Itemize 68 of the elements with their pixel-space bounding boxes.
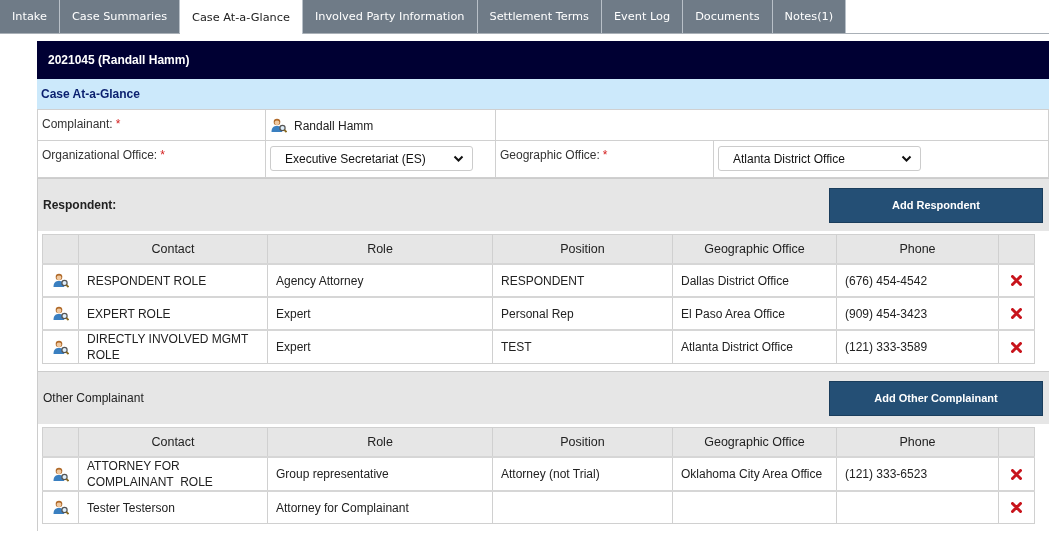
table-cell: Attorney for Complainant (267, 491, 493, 524)
table-cell: TEST (492, 330, 673, 364)
table-cell: El Paso Area Office (672, 297, 837, 330)
required-mark: * (160, 148, 165, 162)
add-button[interactable]: Add Respondent (829, 187, 1043, 223)
table-cell: EXPERT ROLE (78, 297, 268, 330)
column-header: Position (492, 427, 673, 457)
tab[interactable]: Involved Party Information (302, 0, 478, 33)
complainant-name: Randall Hamm (294, 118, 374, 133)
tab[interactable]: Notes(1) (772, 0, 847, 33)
column-header: Role (267, 234, 493, 264)
person-magnifier-icon[interactable] (53, 339, 69, 355)
column-header: Geographic Office (672, 234, 837, 264)
chevron-down-icon (453, 155, 464, 162)
section-title: Case At-a-Glance (41, 87, 140, 101)
table-cell: (121) 333-6523 (836, 457, 999, 491)
field-label: Complainant: (42, 117, 113, 131)
column-header: Phone (836, 427, 999, 457)
person-magnifier-icon[interactable] (53, 273, 69, 288)
table-cell: (909) 454-3423 (836, 297, 999, 330)
table-cell: (121) 333-3589 (836, 330, 999, 364)
column-header: Position (492, 234, 673, 264)
geographic-office-dropdown[interactable]: Atlanta District Office (718, 146, 921, 171)
tab[interactable]: Case At-a-Glance (180, 0, 303, 34)
table-cell: Atlanta District Office (672, 330, 837, 364)
column-header: Contact (78, 427, 268, 457)
table-cell: ATTORNEY FOR COMPLAINANT ROLE (78, 457, 268, 491)
delete-icon[interactable] (1011, 502, 1022, 513)
section-title: Other Complainant (43, 391, 144, 405)
delete-icon[interactable] (1011, 308, 1022, 319)
add-button[interactable]: Add Other Complainant (829, 380, 1043, 416)
person-magnifier-icon[interactable] (271, 118, 287, 133)
delete-icon[interactable] (1011, 468, 1022, 480)
table-cell: Dallas District Office (672, 264, 837, 297)
field-label: Organizational Office: (42, 148, 158, 162)
table-cell: RESPONDENT ROLE (78, 264, 268, 297)
column-header: Role (267, 427, 493, 457)
person-magnifier-icon[interactable] (53, 466, 69, 482)
case-title: 2021045 (Randall Hamm) (48, 53, 190, 67)
field-label: Geographic Office: (500, 148, 600, 162)
table-cell: Agency Attorney (267, 264, 493, 297)
tab[interactable]: Case Summaries (59, 0, 181, 33)
column-header: Phone (836, 234, 999, 264)
column-header: Contact (78, 234, 268, 264)
table-cell: Attorney (not Trial) (492, 457, 673, 491)
person-magnifier-icon[interactable] (53, 500, 69, 515)
tab[interactable]: Intake (0, 0, 60, 33)
table-cell: (676) 454-4542 (836, 264, 999, 297)
tab[interactable]: Event Log (602, 0, 684, 33)
tab[interactable]: Settlement Terms (477, 0, 602, 33)
chevron-down-icon (901, 155, 912, 162)
table-cell: Expert (267, 297, 493, 330)
table-cell: Group representative (267, 457, 493, 491)
required-mark: * (115, 117, 121, 131)
table-cell: Tester Testerson (78, 491, 268, 524)
delete-icon[interactable] (1011, 275, 1022, 286)
tab[interactable]: Documents (683, 0, 773, 33)
table-cell: Personal Rep (492, 297, 673, 330)
person-magnifier-icon[interactable] (53, 306, 69, 321)
column-header: Geographic Office (672, 427, 837, 457)
table-cell: Expert (267, 330, 493, 364)
delete-icon[interactable] (1011, 341, 1022, 353)
table-cell: DIRECTLY INVOLVED MGMT ROLE (78, 330, 268, 364)
table-cell: Oklahoma City Area Office (672, 457, 837, 491)
required-mark: * (602, 148, 608, 162)
table-cell: RESPONDENT (492, 264, 673, 297)
organizational-office-dropdown[interactable]: Executive Secretariat (ES) (270, 146, 473, 171)
section-title: Respondent: (43, 198, 117, 212)
